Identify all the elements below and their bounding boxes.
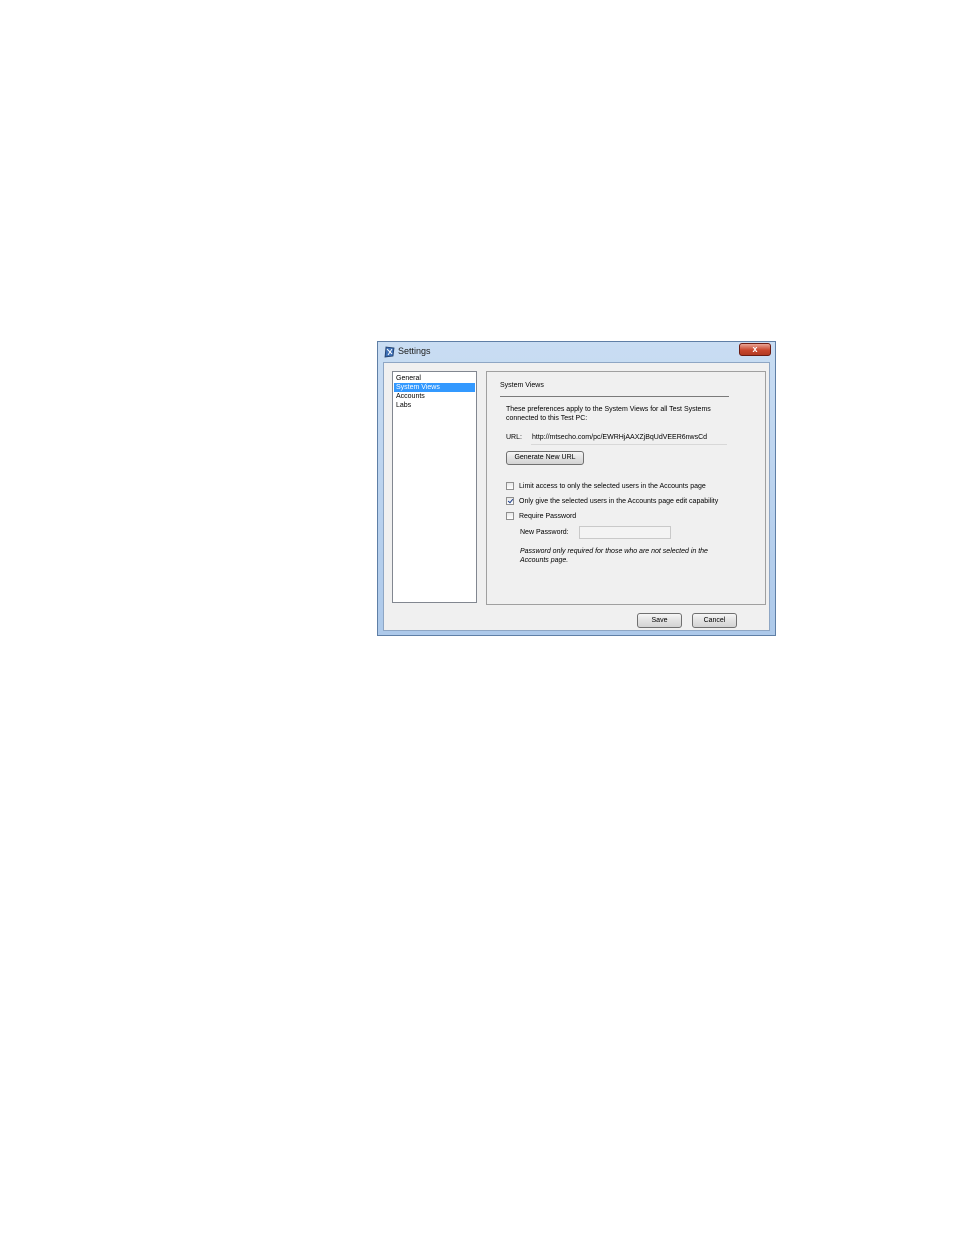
- app-icon: [384, 346, 395, 358]
- panel-title: System Views: [500, 382, 544, 389]
- limit-access-label: Limit access to only the selected users …: [519, 482, 706, 490]
- system-views-panel: System Views These preferences apply to …: [486, 371, 766, 605]
- nav-item-system-views[interactable]: System Views: [394, 383, 475, 392]
- nav-item-general[interactable]: General: [394, 374, 475, 383]
- close-button[interactable]: x: [739, 343, 771, 356]
- settings-window: Settings x General System Views Accounts…: [377, 341, 776, 636]
- url-value[interactable]: http://mtsecho.com/pc/EWRHjAAXZjBqUdVEER…: [532, 434, 707, 441]
- panel-divider: [500, 396, 729, 397]
- dialog-body: General System Views Accounts Labs Syste…: [383, 362, 770, 631]
- new-password-field[interactable]: [579, 526, 671, 539]
- limit-access-option[interactable]: Limit access to only the selected users …: [506, 481, 706, 491]
- edit-capability-checkbox[interactable]: [506, 497, 514, 505]
- url-underline: [531, 444, 727, 445]
- close-icon: x: [752, 344, 758, 354]
- password-note: Password only required for those who are…: [520, 548, 708, 564]
- require-password-checkbox[interactable]: [506, 512, 514, 520]
- nav-item-accounts[interactable]: Accounts: [394, 392, 475, 401]
- new-password-label: New Password:: [520, 529, 569, 536]
- title-bar[interactable]: Settings x: [378, 342, 775, 362]
- url-label: URL:: [506, 434, 522, 441]
- panel-description: These preferences apply to the System Vi…: [506, 406, 711, 422]
- edit-capability-label: Only give the selected users in the Acco…: [519, 497, 719, 505]
- nav-item-labs[interactable]: Labs: [394, 401, 475, 410]
- cancel-button[interactable]: Cancel: [692, 613, 737, 628]
- require-password-option[interactable]: Require Password: [506, 511, 576, 521]
- require-password-label: Require Password: [519, 512, 577, 520]
- window-title: Settings: [398, 346, 431, 356]
- settings-category-list[interactable]: General System Views Accounts Labs: [392, 371, 477, 603]
- save-button[interactable]: Save: [637, 613, 682, 628]
- generate-new-url-button[interactable]: Generate New URL: [506, 451, 584, 465]
- edit-capability-option[interactable]: Only give the selected users in the Acco…: [506, 496, 718, 506]
- limit-access-checkbox[interactable]: [506, 482, 514, 490]
